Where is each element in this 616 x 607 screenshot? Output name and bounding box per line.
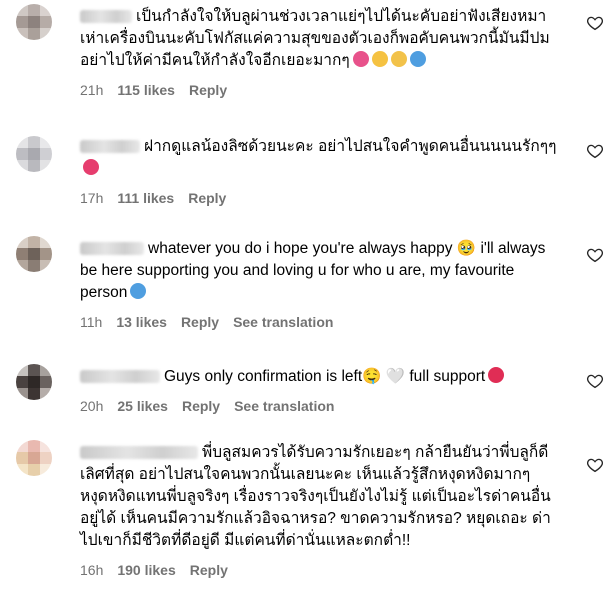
comment-body: Guys only confirmation is left🤤 🤍 full s… [80,366,560,414]
username[interactable] [80,370,160,384]
avatar[interactable] [16,236,52,272]
heart-outline-icon[interactable] [586,372,604,390]
reply-button[interactable]: Reply [188,190,226,206]
reply-button[interactable]: Reply [182,398,220,414]
blue-heart-emoji [409,51,426,67]
heart-outline-icon[interactable] [586,14,604,32]
comment-meta: 21h 115 likes Reply [80,82,560,98]
username[interactable] [80,446,198,460]
like-count[interactable]: 111 likes [117,190,174,206]
comment-list: เป็นกำลังใจให้บลูผ่านช่วงเวลาแย่ๆไปได้นะ… [0,0,616,607]
timestamp: 16h [80,562,104,578]
timestamp: 20h [80,398,104,414]
reply-button[interactable]: Reply [189,82,227,98]
comment-text: เป็นกำลังใจให้บลูผ่านช่วงเวลาแย่ๆไปได้นะ… [80,6,560,72]
comment-body: ฝากดูแลน้องลิซด้วยนะคะ อย่าไปสนใจคำพูดคน… [80,136,560,206]
see-translation-link[interactable]: See translation [233,314,333,330]
like-count[interactable]: 13 likes [116,314,167,330]
avatar[interactable] [16,4,52,40]
timestamp: 11h [80,314,103,330]
timestamp: 17h [80,190,104,206]
comment-body: whatever you do i hope you're always hap… [80,238,560,330]
comment-text: Guys only confirmation is left🤤 🤍 full s… [80,366,560,388]
timestamp: 21h [80,82,104,98]
username[interactable] [80,242,144,256]
heart-eyes-emoji [352,51,369,67]
heart-outline-icon[interactable] [586,246,604,264]
username[interactable] [80,140,140,154]
comment-meta: 17h 111 likes Reply [80,190,560,206]
like-count[interactable]: 190 likes [117,562,175,578]
reply-button[interactable]: Reply [190,562,228,578]
yellow-heart-emoji [390,51,407,67]
heart-outline-icon[interactable] [586,142,604,160]
avatar[interactable] [16,364,52,400]
comment-text-content: เป็นกำลังใจให้บลูผ่านช่วงเวลาแย่ๆไปได้นะ… [80,8,550,69]
see-translation-link[interactable]: See translation [234,398,334,414]
avatar[interactable] [16,440,52,476]
avatar[interactable] [16,136,52,172]
red-heart-emoji [488,367,505,383]
comment-text-content: พี่บลูสมควรได้รับความรักเยอะๆ กล้ายืนยัน… [80,444,551,549]
comment-text: whatever you do i hope you're always hap… [80,238,560,304]
blue-heart-emoji [130,283,147,299]
comment-body: เป็นกำลังใจให้บลูผ่านช่วงเวลาแย่ๆไปได้นะ… [80,6,560,98]
comment-text-content: whatever you do i hope you're always hap… [80,240,546,301]
comment-meta: 11h 13 likes Reply See translation [80,314,560,330]
comment-text-content: ฝากดูแลน้องลิซด้วยนะคะ อย่าไปสนใจคำพูดคน… [144,138,557,155]
comment-text: ฝากดูแลน้องลิซด้วยนะคะ อย่าไปสนใจคำพูดคน… [80,136,560,180]
username[interactable] [80,10,132,24]
heart-outline-icon[interactable] [586,456,604,474]
comment-body: พี่บลูสมควรได้รับความรักเยอะๆ กล้ายืนยัน… [80,442,560,578]
reply-button[interactable]: Reply [181,314,219,330]
like-count[interactable]: 115 likes [117,82,175,98]
comment-meta: 20h 25 likes Reply See translation [80,398,560,414]
comment-text-content: Guys only confirmation is left🤤 🤍 full s… [164,368,486,385]
comment-text: พี่บลูสมควรได้รับความรักเยอะๆ กล้ายืนยัน… [80,442,560,552]
smiling-emoji [371,51,388,67]
comment-meta: 16h 190 likes Reply [80,562,560,578]
pink-heart-emoji [83,159,99,175]
like-count[interactable]: 25 likes [117,398,168,414]
